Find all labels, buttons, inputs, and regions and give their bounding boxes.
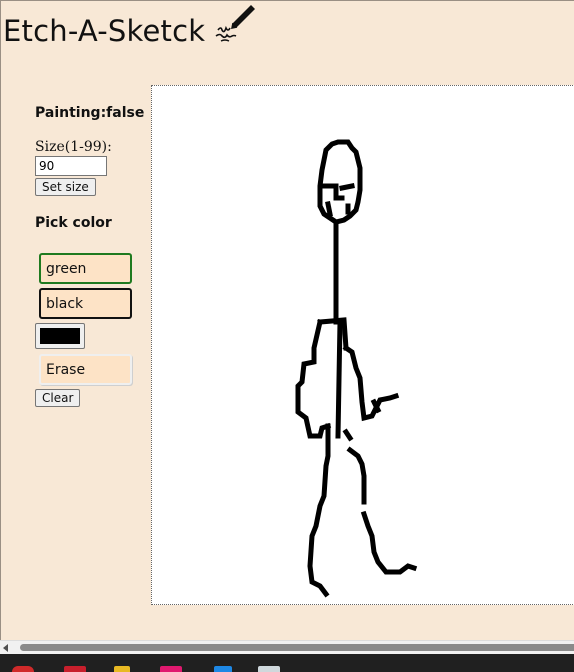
color-swatch xyxy=(40,328,80,344)
set-size-button[interactable]: Set size xyxy=(35,178,96,196)
scrollbar-thumb[interactable] xyxy=(20,644,574,651)
pen-writing-icon xyxy=(215,5,256,42)
taskbar-app-icon[interactable] xyxy=(114,666,130,672)
taskbar-app-icon[interactable] xyxy=(258,666,280,672)
taskbar-app-icon[interactable] xyxy=(160,666,182,672)
arrow-left-icon[interactable] xyxy=(3,644,8,652)
size-label: Size(1-99): xyxy=(35,139,112,155)
title-row: Etch-A-Sketck xyxy=(3,3,259,55)
horizontal-scrollbar[interactable] xyxy=(0,640,574,654)
pick-color-heading: Pick color xyxy=(35,215,112,231)
color-picker[interactable] xyxy=(35,323,85,349)
erase-button[interactable]: Erase xyxy=(39,354,132,385)
page-title: Etch-A-Sketck xyxy=(3,14,206,48)
clear-button[interactable]: Clear xyxy=(35,389,81,407)
page: Etch-A-Sketck Painting:false Size(1-99):… xyxy=(0,0,574,640)
painting-status: Painting:false xyxy=(35,105,145,121)
green-button[interactable]: green xyxy=(39,253,132,284)
sketch-canvas[interactable] xyxy=(151,85,574,605)
controls-panel: Painting:false Size(1-99): Set size Pick… xyxy=(35,105,147,407)
taskbar xyxy=(0,654,574,672)
taskbar-app-icon[interactable] xyxy=(64,666,86,672)
black-button[interactable]: black xyxy=(39,288,132,319)
stick-figure-drawing xyxy=(295,139,418,598)
taskbar-app-icon[interactable] xyxy=(214,666,232,672)
size-input[interactable] xyxy=(35,156,107,176)
taskbar-app-icon[interactable] xyxy=(12,666,34,672)
